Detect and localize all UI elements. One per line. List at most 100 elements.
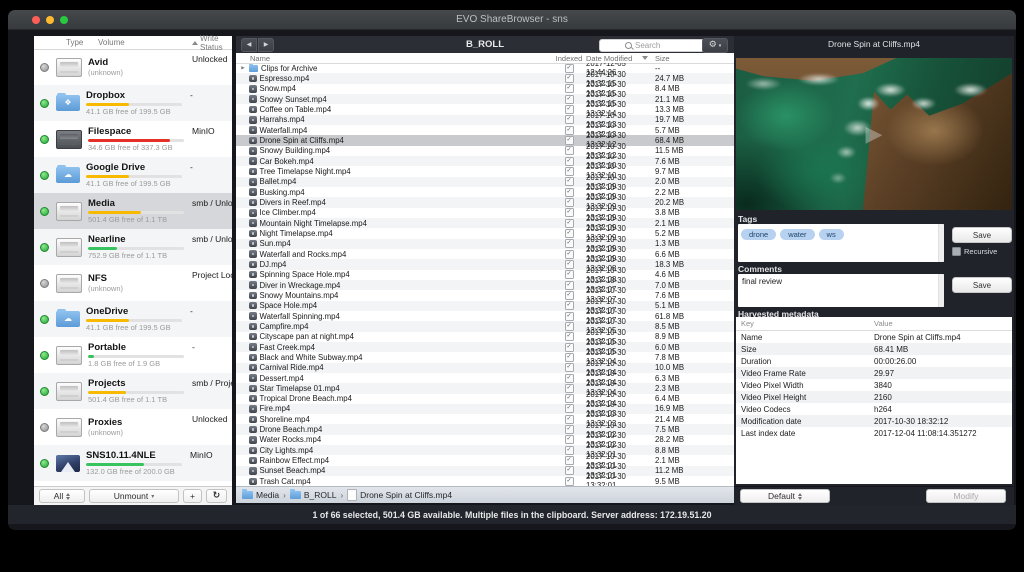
volume-row-projects[interactable]: Projects501.4 GB free of 1.1 TBsmb / Pro… xyxy=(34,373,232,409)
volume-row-nfs[interactable]: NFS(unknown)Project Locking xyxy=(34,265,232,301)
file-row[interactable]: Ballet.mp4✓2017-10-30 13:32:092.0 MB xyxy=(236,177,734,187)
indexed-checkbox[interactable]: ✓ xyxy=(565,394,574,403)
indexed-checkbox[interactable]: ✓ xyxy=(565,332,574,341)
indexed-checkbox[interactable]: ✓ xyxy=(565,219,574,228)
indexed-checkbox[interactable]: ✓ xyxy=(565,291,574,300)
file-row[interactable]: City Lights.mp4✓2017-10-30 13:32:018.8 M… xyxy=(236,445,734,455)
recursive-option[interactable]: Recursive xyxy=(952,247,997,256)
volume-row-proxies[interactable]: Proxies(unknown)Unlocked xyxy=(34,409,232,445)
column-size[interactable]: Size xyxy=(655,54,734,63)
file-row[interactable]: Busking.mp4✓2017-10-30 13:32:092.2 MB xyxy=(236,187,734,197)
indexed-checkbox[interactable]: ✓ xyxy=(565,374,574,383)
add-volume-button[interactable]: + xyxy=(183,489,202,503)
indexed-checkbox[interactable]: ✓ xyxy=(565,384,574,393)
volume-row-google-drive[interactable]: ☁Google Drive41.1 GB free of 199.5 GB- xyxy=(34,157,232,193)
column-date-modified[interactable]: Date Modified xyxy=(586,54,655,63)
indexed-checkbox[interactable]: ✓ xyxy=(565,260,574,269)
file-row[interactable]: Ice Climber.mp4✓2017-10-30 13:32:093.8 M… xyxy=(236,208,734,218)
file-row[interactable]: Star Timelapse 01.mp4✓2017-10-30 13:32:0… xyxy=(236,383,734,393)
file-row[interactable]: Snow.mp4✓2017-10-30 13:32:158.4 MB xyxy=(236,84,734,94)
file-row[interactable]: Sun.mp4✓2017-10-30 13:32:091.3 MB xyxy=(236,239,734,249)
indexed-checkbox[interactable]: ✓ xyxy=(565,456,574,465)
file-row[interactable]: Diver in Wreckage.mp4✓2017-10-30 13:32:0… xyxy=(236,280,734,290)
close-button-icon[interactable] xyxy=(32,16,40,24)
indexed-checkbox[interactable]: ✓ xyxy=(565,115,574,124)
indexed-checkbox[interactable]: ✓ xyxy=(565,363,574,372)
indexed-checkbox[interactable]: ✓ xyxy=(565,353,574,362)
tag-pill[interactable]: water xyxy=(780,229,814,240)
file-row[interactable]: Waterfall Spinning.mp4✓2017-10-30 13:32:… xyxy=(236,311,734,321)
indexed-checkbox[interactable]: ✓ xyxy=(565,312,574,321)
indexed-checkbox[interactable]: ✓ xyxy=(565,126,574,135)
indexed-checkbox[interactable]: ✓ xyxy=(565,415,574,424)
column-type[interactable]: Type xyxy=(66,38,83,47)
search-input[interactable] xyxy=(635,41,679,50)
tags-box[interactable]: drone waterws xyxy=(738,224,944,262)
file-row[interactable]: Divers in Reef.mp4✓2017-10-30 13:32:0920… xyxy=(236,197,734,207)
tag-pill[interactable]: ws xyxy=(819,229,844,240)
file-row[interactable]: Drone Spin at Cliffs.mp4✓2017-10-30 13:3… xyxy=(236,135,734,145)
file-row[interactable]: Night Timelapse.mp4✓2017-10-30 13:32:095… xyxy=(236,228,734,238)
indexed-checkbox[interactable]: ✓ xyxy=(565,425,574,434)
file-row[interactable]: Dessert.mp4✓2017-10-30 13:32:046.3 MB xyxy=(236,373,734,383)
file-row[interactable]: Water Rocks.mp4✓2017-10-30 13:32:0228.2 … xyxy=(236,435,734,445)
indexed-checkbox[interactable]: ✓ xyxy=(565,301,574,310)
save-comments-button[interactable]: Save xyxy=(952,277,1012,293)
indexed-checkbox[interactable]: ✓ xyxy=(565,167,574,176)
file-row[interactable]: Espresso.mp4✓2017-10-30 13:32:1524.7 MB xyxy=(236,73,734,83)
actions-button[interactable]: ⚙ ▾ xyxy=(702,38,728,53)
indexed-checkbox[interactable]: ✓ xyxy=(565,84,574,93)
indexed-checkbox[interactable]: ✓ xyxy=(565,250,574,259)
file-row[interactable]: Snowy Building.mp4✓2017-10-30 13:32:1211… xyxy=(236,146,734,156)
indexed-checkbox[interactable]: ✓ xyxy=(565,177,574,186)
file-row[interactable]: Fire.mp4✓2017-10-30 13:32:0316.9 MB xyxy=(236,404,734,414)
file-row[interactable]: Cityscape pan at night.mp4✓2017-10-30 13… xyxy=(236,332,734,342)
file-row[interactable]: Trash Cat.mp4✓2017-10-30 13:32:019.5 MB xyxy=(236,476,734,486)
preset-dropdown[interactable]: Default xyxy=(740,489,830,503)
indexed-checkbox[interactable]: ✓ xyxy=(565,239,574,248)
indexed-checkbox[interactable]: ✓ xyxy=(565,188,574,197)
volume-row-media[interactable]: Media501.4 GB free of 1.1 TBsmb / Unlock… xyxy=(34,193,232,229)
file-row[interactable]: DJ.mp4✓2017-10-30 13:32:0818.3 MB xyxy=(236,259,734,269)
indexed-checkbox[interactable]: ✓ xyxy=(565,281,574,290)
play-icon[interactable]: ▶ xyxy=(736,58,1012,210)
indexed-checkbox[interactable]: ✓ xyxy=(565,198,574,207)
filter-dropdown[interactable]: All xyxy=(39,489,85,503)
breadcrumb-item[interactable]: Media xyxy=(242,490,279,500)
column-indexed[interactable]: Indexed xyxy=(552,54,586,63)
indexed-checkbox[interactable]: ✓ xyxy=(565,446,574,455)
video-preview[interactable]: ▶ xyxy=(736,58,1012,210)
unmount-dropdown[interactable]: Unmount ▾ xyxy=(89,489,179,503)
file-row[interactable]: Coffee on Table.mp4✓2017-10-30 13:32:141… xyxy=(236,104,734,114)
file-row[interactable]: Shoreline.mp4✓2017-10-30 13:32:0321.4 MB xyxy=(236,414,734,424)
file-row[interactable]: ▶Clips for Archive✓2017-12-05 12:44:26-- xyxy=(236,63,734,73)
refresh-button[interactable]: ↻ xyxy=(206,489,227,503)
file-row[interactable]: Car Bokeh.mp4✓2017-10-30 13:32:107.6 MB xyxy=(236,156,734,166)
file-row[interactable]: Campfire.mp4✓2017-10-30 13:32:058.5 MB xyxy=(236,321,734,331)
indexed-checkbox[interactable]: ✓ xyxy=(565,157,574,166)
modify-button[interactable]: Modify xyxy=(926,489,1006,503)
disclosure-icon[interactable]: ▶ xyxy=(240,66,246,71)
file-row[interactable]: Harrahs.mp4✓2017-10-30 13:32:1319.7 MB xyxy=(236,115,734,125)
file-row[interactable]: Rainbow Effect.mp4✓2017-10-30 13:32:012.… xyxy=(236,455,734,465)
column-name[interactable]: Name xyxy=(236,54,552,63)
indexed-checkbox[interactable]: ✓ xyxy=(565,229,574,238)
indexed-checkbox[interactable]: ✓ xyxy=(565,208,574,217)
file-row[interactable]: Space Hole.mp4✓2017-10-30 13:32:075.1 MB xyxy=(236,301,734,311)
indexed-checkbox[interactable]: ✓ xyxy=(565,322,574,331)
volume-row-filespace[interactable]: Filespace34.6 GB free of 337.3 GBMinIO xyxy=(34,121,232,157)
comments-box[interactable]: final review xyxy=(738,274,944,307)
indexed-checkbox[interactable]: ✓ xyxy=(565,105,574,114)
back-button[interactable]: ◀ xyxy=(241,38,257,52)
indexed-checkbox[interactable]: ✓ xyxy=(565,270,574,279)
indexed-checkbox[interactable]: ✓ xyxy=(565,64,574,73)
tag-pill[interactable]: drone xyxy=(741,229,776,240)
file-row[interactable]: Carnival Ride.mp4✓2017-10-30 13:32:0410.… xyxy=(236,363,734,373)
file-row[interactable]: Mountain Night Timelapse.mp4✓2017-10-30 … xyxy=(236,218,734,228)
file-row[interactable]: Drone Beach.mp4✓2017-10-30 13:32:027.5 M… xyxy=(236,424,734,434)
file-row[interactable]: Waterfall.mp4✓2017-10-30 13:32:135.7 MB xyxy=(236,125,734,135)
file-row[interactable]: Fast Creek.mp4✓2017-10-30 13:32:056.0 MB xyxy=(236,342,734,352)
volume-row-avid[interactable]: Avid(unknown)Unlocked xyxy=(34,49,232,85)
file-row[interactable]: Waterfall and Rocks.mp4✓2017-10-30 13:32… xyxy=(236,249,734,259)
save-tags-button[interactable]: Save xyxy=(952,227,1012,243)
